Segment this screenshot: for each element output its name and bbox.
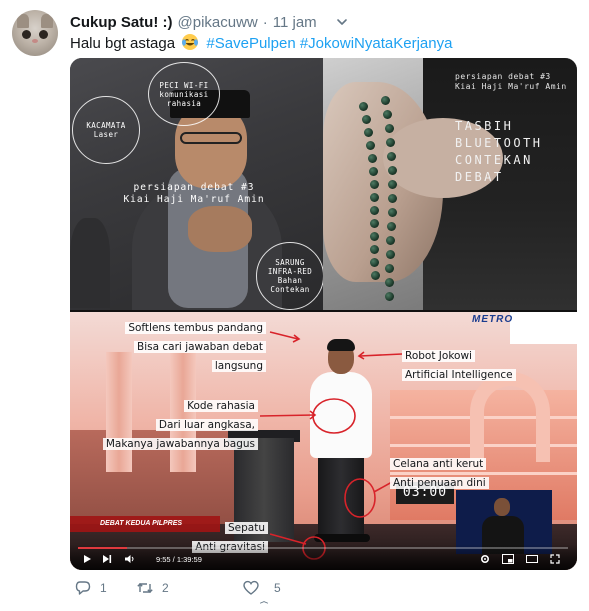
tasbih-bead (369, 180, 379, 189)
tasbih-bead (387, 166, 397, 175)
robot-line-1: Robot Jokowi (402, 350, 475, 362)
fullscreen-icon[interactable] (550, 554, 560, 564)
tasbih-bead (365, 141, 375, 150)
panel2-subtitle: persiapan debat #3 Kiai Haji Ma'ruf Amin (455, 72, 567, 91)
video-time: 9:55 / 1:39:59 (156, 555, 202, 564)
tasbih-bead (367, 154, 377, 163)
settings-gear-icon[interactable] (480, 554, 490, 564)
hashtag-savepulpen[interactable]: #SavePulpen (206, 35, 295, 52)
arrow-robot (359, 353, 403, 357)
reply-button[interactable]: 1 (74, 578, 107, 598)
arrow-kode (259, 414, 315, 417)
avatar-ear (41, 14, 53, 28)
tweet-actions: 1 2 5 (70, 578, 470, 604)
tasbih-bead (387, 208, 397, 217)
tasbih-bead (388, 194, 398, 203)
circle-label-peci: PECI WI-FI komunikasi rahasia (148, 62, 220, 126)
retweet-button[interactable]: 2 (136, 578, 169, 598)
face-with-tears-of-joy-icon (182, 34, 199, 50)
retweet-count: 2 (162, 581, 169, 595)
circle-label-sarung: SARUNG INFRA-RED Bahan Contekan (256, 242, 323, 310)
sepatu-line-1: Sepatu (225, 522, 268, 534)
annotation-kode: Kode rahasia Dari luar angkasa, Makanya … (98, 396, 258, 453)
theater-mode-icon[interactable] (526, 554, 538, 564)
tweet-header: Cukup Satu! :) @pikacuww · 11 jam (70, 12, 349, 32)
heart-icon (243, 580, 259, 595)
reply-icon (75, 581, 91, 595)
tasbih-bead (370, 271, 380, 280)
direct-message-button[interactable] (256, 596, 272, 611)
tasbih-bead (363, 128, 373, 137)
figure-glasses (180, 132, 242, 144)
video-progress-fill (78, 547, 127, 549)
kode-line-3: Makanya jawabannya bagus (102, 438, 258, 450)
video-progress-bar[interactable] (78, 547, 568, 549)
display-name[interactable]: Cukup Satu! :) (70, 14, 173, 31)
celana-line-2: Anti penuaan dini (390, 477, 489, 489)
tasbih-bead (385, 250, 395, 259)
reply-count: 1 (100, 581, 107, 595)
tasbih-bead (359, 102, 368, 111)
tasbih-bead (385, 292, 395, 301)
circle-chest (312, 398, 356, 434)
arrow-sepatu (269, 533, 307, 545)
kode-line-2: Dari luar angkasa, (155, 419, 258, 431)
avatar-nose (32, 39, 38, 43)
avatar-eye (39, 30, 48, 39)
circle-celana (344, 478, 376, 518)
user-handle[interactable]: @pikacuww (178, 14, 258, 31)
background-person (70, 218, 110, 308)
panel1-caption: persiapan debat #3 Kiai Haji Ma'ruf Amin (123, 182, 265, 205)
avatar[interactable] (12, 10, 58, 56)
kode-line-1: Kode rahasia (184, 400, 258, 412)
tweet-media[interactable]: PECI WI-FI komunikasi rahasia KACAMATA L… (70, 58, 577, 570)
tasbih-bead (361, 115, 371, 124)
photo-maruf-amin[interactable]: PECI WI-FI komunikasi rahasia KACAMATA L… (70, 58, 323, 310)
circle-label-kacamata: KACAMATA Laser (72, 96, 140, 164)
like-button[interactable]: 5 (242, 578, 281, 598)
avatar-ear (17, 14, 29, 28)
softlens-line-3: langsung (211, 360, 266, 372)
avatar-eye (22, 30, 31, 39)
tasbih-bead (384, 124, 394, 133)
volume-icon[interactable] (124, 554, 136, 564)
figure-hands (188, 206, 252, 252)
tasbih-bead (385, 278, 395, 287)
softlens-line-1: Softlens tembus pandang (125, 322, 266, 334)
play-icon[interactable] (82, 554, 92, 564)
peci-label: PECI WI-FI komunikasi rahasia (159, 80, 209, 108)
hashtag-jokowinyatakerjanya[interactable]: #JokowiNyataKerjanya (300, 35, 453, 52)
tweet-text-body: Halu bgt astaga (70, 35, 176, 52)
photo-tasbih[interactable]: persiapan debat #3 Kiai Haji Ma'ruf Amin… (323, 58, 577, 310)
annotation-robot: Robot Jokowi Artificial Intelligence (402, 346, 552, 384)
sarung-label: SARUNG INFRA-RED Bahan Contekan (267, 258, 313, 294)
tasbih-bead (381, 96, 390, 105)
chevron-down-icon[interactable] (335, 15, 349, 29)
celana-line-1: Celana anti kerut (390, 458, 487, 470)
softlens-line-2: Bisa cari jawaban debat (134, 341, 266, 353)
miniplayer-icon[interactable] (502, 554, 514, 564)
robot-line-2: Artificial Intelligence (402, 369, 516, 381)
tasbih-bead (386, 222, 396, 231)
kacamata-label: KACAMATA Laser (86, 121, 126, 139)
photo-jokowi-debate[interactable]: METRO DEBAT KEDUA PILPRES 03:00 Softlens… (70, 312, 577, 570)
annotation-celana: Celana anti kerut Anti penuaan dini (390, 454, 550, 492)
tweet: Cukup Satu! :) @pikacuww · 11 jam Halu b… (0, 0, 589, 611)
tweet-timestamp[interactable]: 11 jam (273, 14, 317, 31)
separator-dot: · (262, 13, 268, 31)
tasbih-bead (382, 110, 392, 119)
skip-next-icon[interactable] (102, 554, 112, 564)
tasbih-bead (368, 167, 378, 176)
panel2-title: TASBIH BLUETOOTH CONTEKAN DEBAT (455, 119, 543, 184)
video-player-controls: 9:55 / 1:39:59 (70, 544, 577, 570)
tweet-text: Halu bgt astaga #SavePulpen #JokowiNyata… (70, 33, 452, 54)
annotation-softlens: Softlens tembus pandang Bisa cari jawaba… (116, 318, 266, 375)
retweet-icon (137, 583, 153, 593)
envelope-icon (259, 601, 269, 604)
like-count: 5 (274, 581, 281, 595)
